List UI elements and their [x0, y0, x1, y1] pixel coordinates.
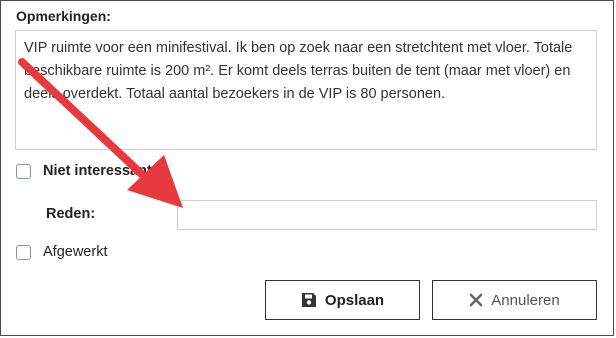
x-icon [469, 293, 483, 307]
floppy-disk-icon [301, 293, 316, 307]
save-label: Opslaan [324, 291, 385, 309]
reason-input[interactable] [177, 200, 597, 230]
finished-checkbox[interactable] [16, 244, 31, 260]
remarks-text: VIP ruimte voor een minifestival. Ik ben… [24, 40, 573, 102]
remarks-label: Opmerkingen: [16, 8, 111, 24]
finished-row[interactable]: Afgewerkt [16, 244, 107, 260]
cancel-button[interactable]: Annuleren [432, 280, 597, 320]
save-button[interactable]: Opslaan [265, 280, 420, 320]
not-interested-checkbox[interactable] [16, 163, 31, 179]
reason-label: Reden: [46, 206, 96, 222]
remarks-textarea[interactable]: VIP ruimte voor een minifestival. Ik ben… [15, 30, 597, 150]
finished-label: Afgewerkt [43, 244, 108, 260]
not-interested-label: Niet interessant [43, 163, 152, 179]
not-interested-row[interactable]: Niet interessant [16, 163, 152, 179]
cancel-label: Annuleren [491, 291, 560, 309]
